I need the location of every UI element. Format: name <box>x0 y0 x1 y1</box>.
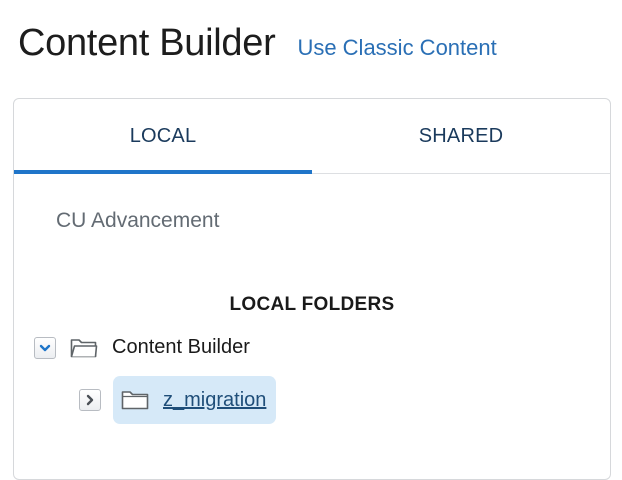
tab-local[interactable]: LOCAL <box>14 99 312 174</box>
folder-icon <box>121 389 149 411</box>
use-classic-content-link[interactable]: Use Classic Content <box>297 35 496 61</box>
page-header: Content Builder Use Classic Content <box>18 22 497 65</box>
business-unit-name: CU Advancement <box>56 209 220 232</box>
tree-item-label[interactable]: Content Builder <box>112 336 250 359</box>
tab-shared[interactable]: SHARED <box>312 99 610 173</box>
tree-item-label[interactable]: z_migration <box>163 389 266 412</box>
tree-row-z-migration: z_migration <box>79 376 277 424</box>
chevron-right-icon[interactable] <box>79 389 101 411</box>
chevron-down-icon[interactable] <box>34 336 56 359</box>
tab-bar: LOCAL SHARED <box>14 99 610 174</box>
page-title: Content Builder <box>18 22 276 64</box>
tree-row-content-builder: Content Builder <box>34 336 250 359</box>
selected-folder-item[interactable]: z_migration <box>113 376 277 424</box>
folder-open-icon <box>70 337 98 359</box>
local-folders-heading: LOCAL FOLDERS <box>229 294 395 315</box>
content-panel: LOCAL SHARED CU Advancement LOCAL FOLDER… <box>13 98 611 480</box>
